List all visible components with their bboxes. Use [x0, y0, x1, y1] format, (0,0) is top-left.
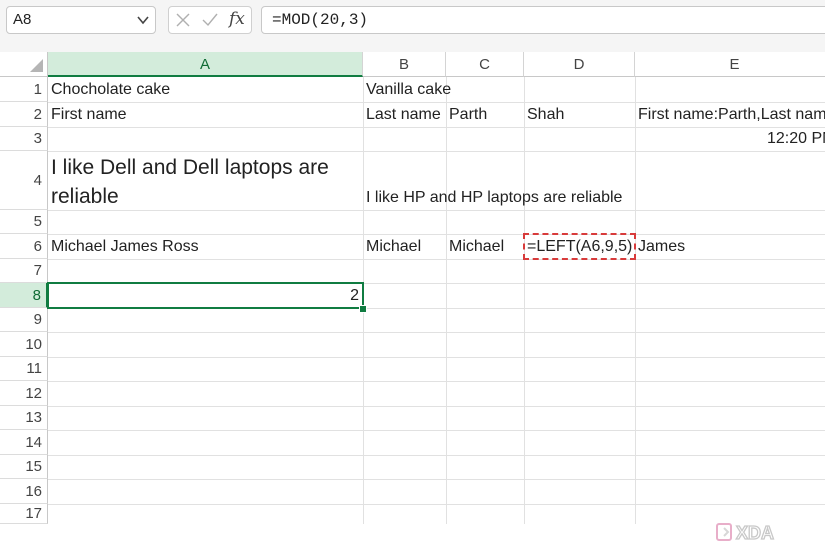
- row-header-17[interactable]: 17: [0, 504, 48, 524]
- cancel-icon[interactable]: [175, 12, 191, 28]
- cell-e6[interactable]: James: [638, 234, 685, 259]
- formula-bar-area: A8 fx =MOD(20,3): [0, 0, 825, 52]
- gridline: [48, 332, 825, 333]
- select-all-triangle-icon: [30, 59, 43, 72]
- column-header-d[interactable]: D: [524, 52, 635, 77]
- row-header-13[interactable]: 13: [0, 406, 48, 430]
- cell-c6[interactable]: Michael: [449, 234, 504, 259]
- cell-a2[interactable]: First name: [51, 102, 127, 127]
- chevron-down-icon[interactable]: [137, 15, 149, 25]
- row-header-5[interactable]: 5: [0, 210, 48, 234]
- xda-watermark-text: XDA: [736, 523, 774, 543]
- row-header-14[interactable]: 14: [0, 430, 48, 455]
- row-header-6[interactable]: 6: [0, 234, 48, 259]
- gridline: [48, 406, 825, 407]
- gridline: [48, 357, 825, 358]
- insert-function-icon[interactable]: fx: [229, 9, 245, 29]
- gridline: [48, 127, 825, 128]
- cell-b4[interactable]: I like HP and HP laptops are reliable: [366, 151, 622, 210]
- column-header-b[interactable]: B: [363, 52, 446, 77]
- row-header-3[interactable]: 3: [0, 127, 48, 151]
- fill-handle[interactable]: [359, 305, 367, 313]
- cell-d2[interactable]: Shah: [527, 102, 564, 127]
- row-header-10[interactable]: 10: [0, 332, 48, 357]
- select-all-button[interactable]: [0, 52, 48, 77]
- gridline: [446, 77, 447, 524]
- cell-a4[interactable]: I like Dell and Dell laptops are reliabl…: [51, 153, 359, 210]
- checkmark-icon[interactable]: [201, 12, 219, 28]
- row-header-1[interactable]: 1: [0, 77, 48, 102]
- cell-a6[interactable]: Michael James Ross: [51, 234, 199, 259]
- row-header-15[interactable]: 15: [0, 455, 48, 479]
- name-box-value: A8: [13, 11, 32, 28]
- gridline: [48, 504, 825, 505]
- cell-c2[interactable]: Parth: [449, 102, 487, 127]
- gridline: [48, 479, 825, 480]
- cell-b6[interactable]: Michael: [366, 234, 421, 259]
- gridline: [48, 430, 825, 431]
- row-header-11[interactable]: 11: [0, 357, 48, 381]
- formula-buttons: fx: [168, 6, 252, 34]
- row-header-12[interactable]: 12: [0, 381, 48, 406]
- gridline: [48, 455, 825, 456]
- cell-e2[interactable]: First name:Parth,Last name:Shah: [638, 102, 825, 127]
- cell-a8[interactable]: 2: [51, 283, 359, 308]
- column-header-e[interactable]: E: [635, 52, 825, 77]
- gridline: [48, 381, 825, 382]
- row-header-7[interactable]: 7: [0, 259, 48, 283]
- gridline: [635, 77, 636, 524]
- cell-a1[interactable]: Chocholate cake: [51, 77, 170, 102]
- row-header-8[interactable]: 8: [0, 283, 48, 308]
- copy-marquee: [523, 233, 636, 260]
- gridline: [48, 259, 825, 260]
- cell-b1[interactable]: Vanilla cake: [366, 77, 451, 102]
- formula-input[interactable]: =MOD(20,3): [261, 6, 825, 34]
- gridline: [524, 77, 525, 524]
- column-header-a[interactable]: A: [48, 52, 363, 77]
- row-header-16[interactable]: 16: [0, 479, 48, 504]
- cell-b2[interactable]: Last name: [366, 102, 441, 127]
- row-header-9[interactable]: 9: [0, 308, 48, 332]
- column-header-c[interactable]: C: [446, 52, 524, 77]
- row-header-4[interactable]: 4: [0, 151, 48, 210]
- name-box[interactable]: A8: [6, 6, 156, 34]
- spreadsheet-grid: A B C D E 1 2 3 4 5 6 7 8 9 10 11 12 13 …: [0, 52, 825, 544]
- row-header-2[interactable]: 2: [0, 102, 48, 127]
- cell-e3[interactable]: 12:20 PM: [767, 127, 825, 151]
